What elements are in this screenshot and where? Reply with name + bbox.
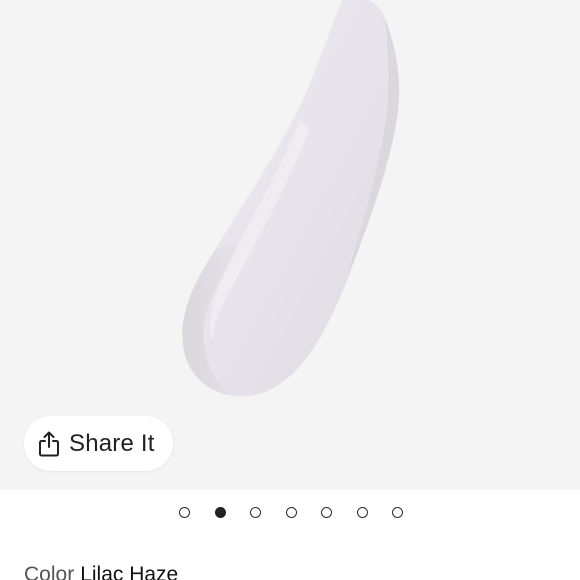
- product-page: Share It Color Lilac Haze: [0, 0, 580, 580]
- carousel-dot[interactable]: [179, 507, 190, 518]
- share-button[interactable]: Share It: [24, 416, 173, 471]
- share-button-label: Share It: [69, 429, 155, 457]
- carousel-dot[interactable]: [356, 507, 368, 518]
- color-label: Color: [24, 563, 75, 580]
- carousel-dot[interactable]: [321, 507, 332, 518]
- carousel-dot[interactable]: [392, 507, 403, 518]
- carousel-dot[interactable]: [214, 507, 226, 518]
- product-image[interactable]: Share It: [0, 0, 580, 490]
- carousel-pagination: [0, 506, 580, 522]
- color-selection: Color Lilac Haze: [24, 563, 178, 580]
- color-value: Lilac Haze: [80, 563, 179, 580]
- carousel-dot[interactable]: [250, 507, 261, 518]
- carousel-dot[interactable]: [285, 507, 297, 518]
- share-icon: [39, 431, 59, 456]
